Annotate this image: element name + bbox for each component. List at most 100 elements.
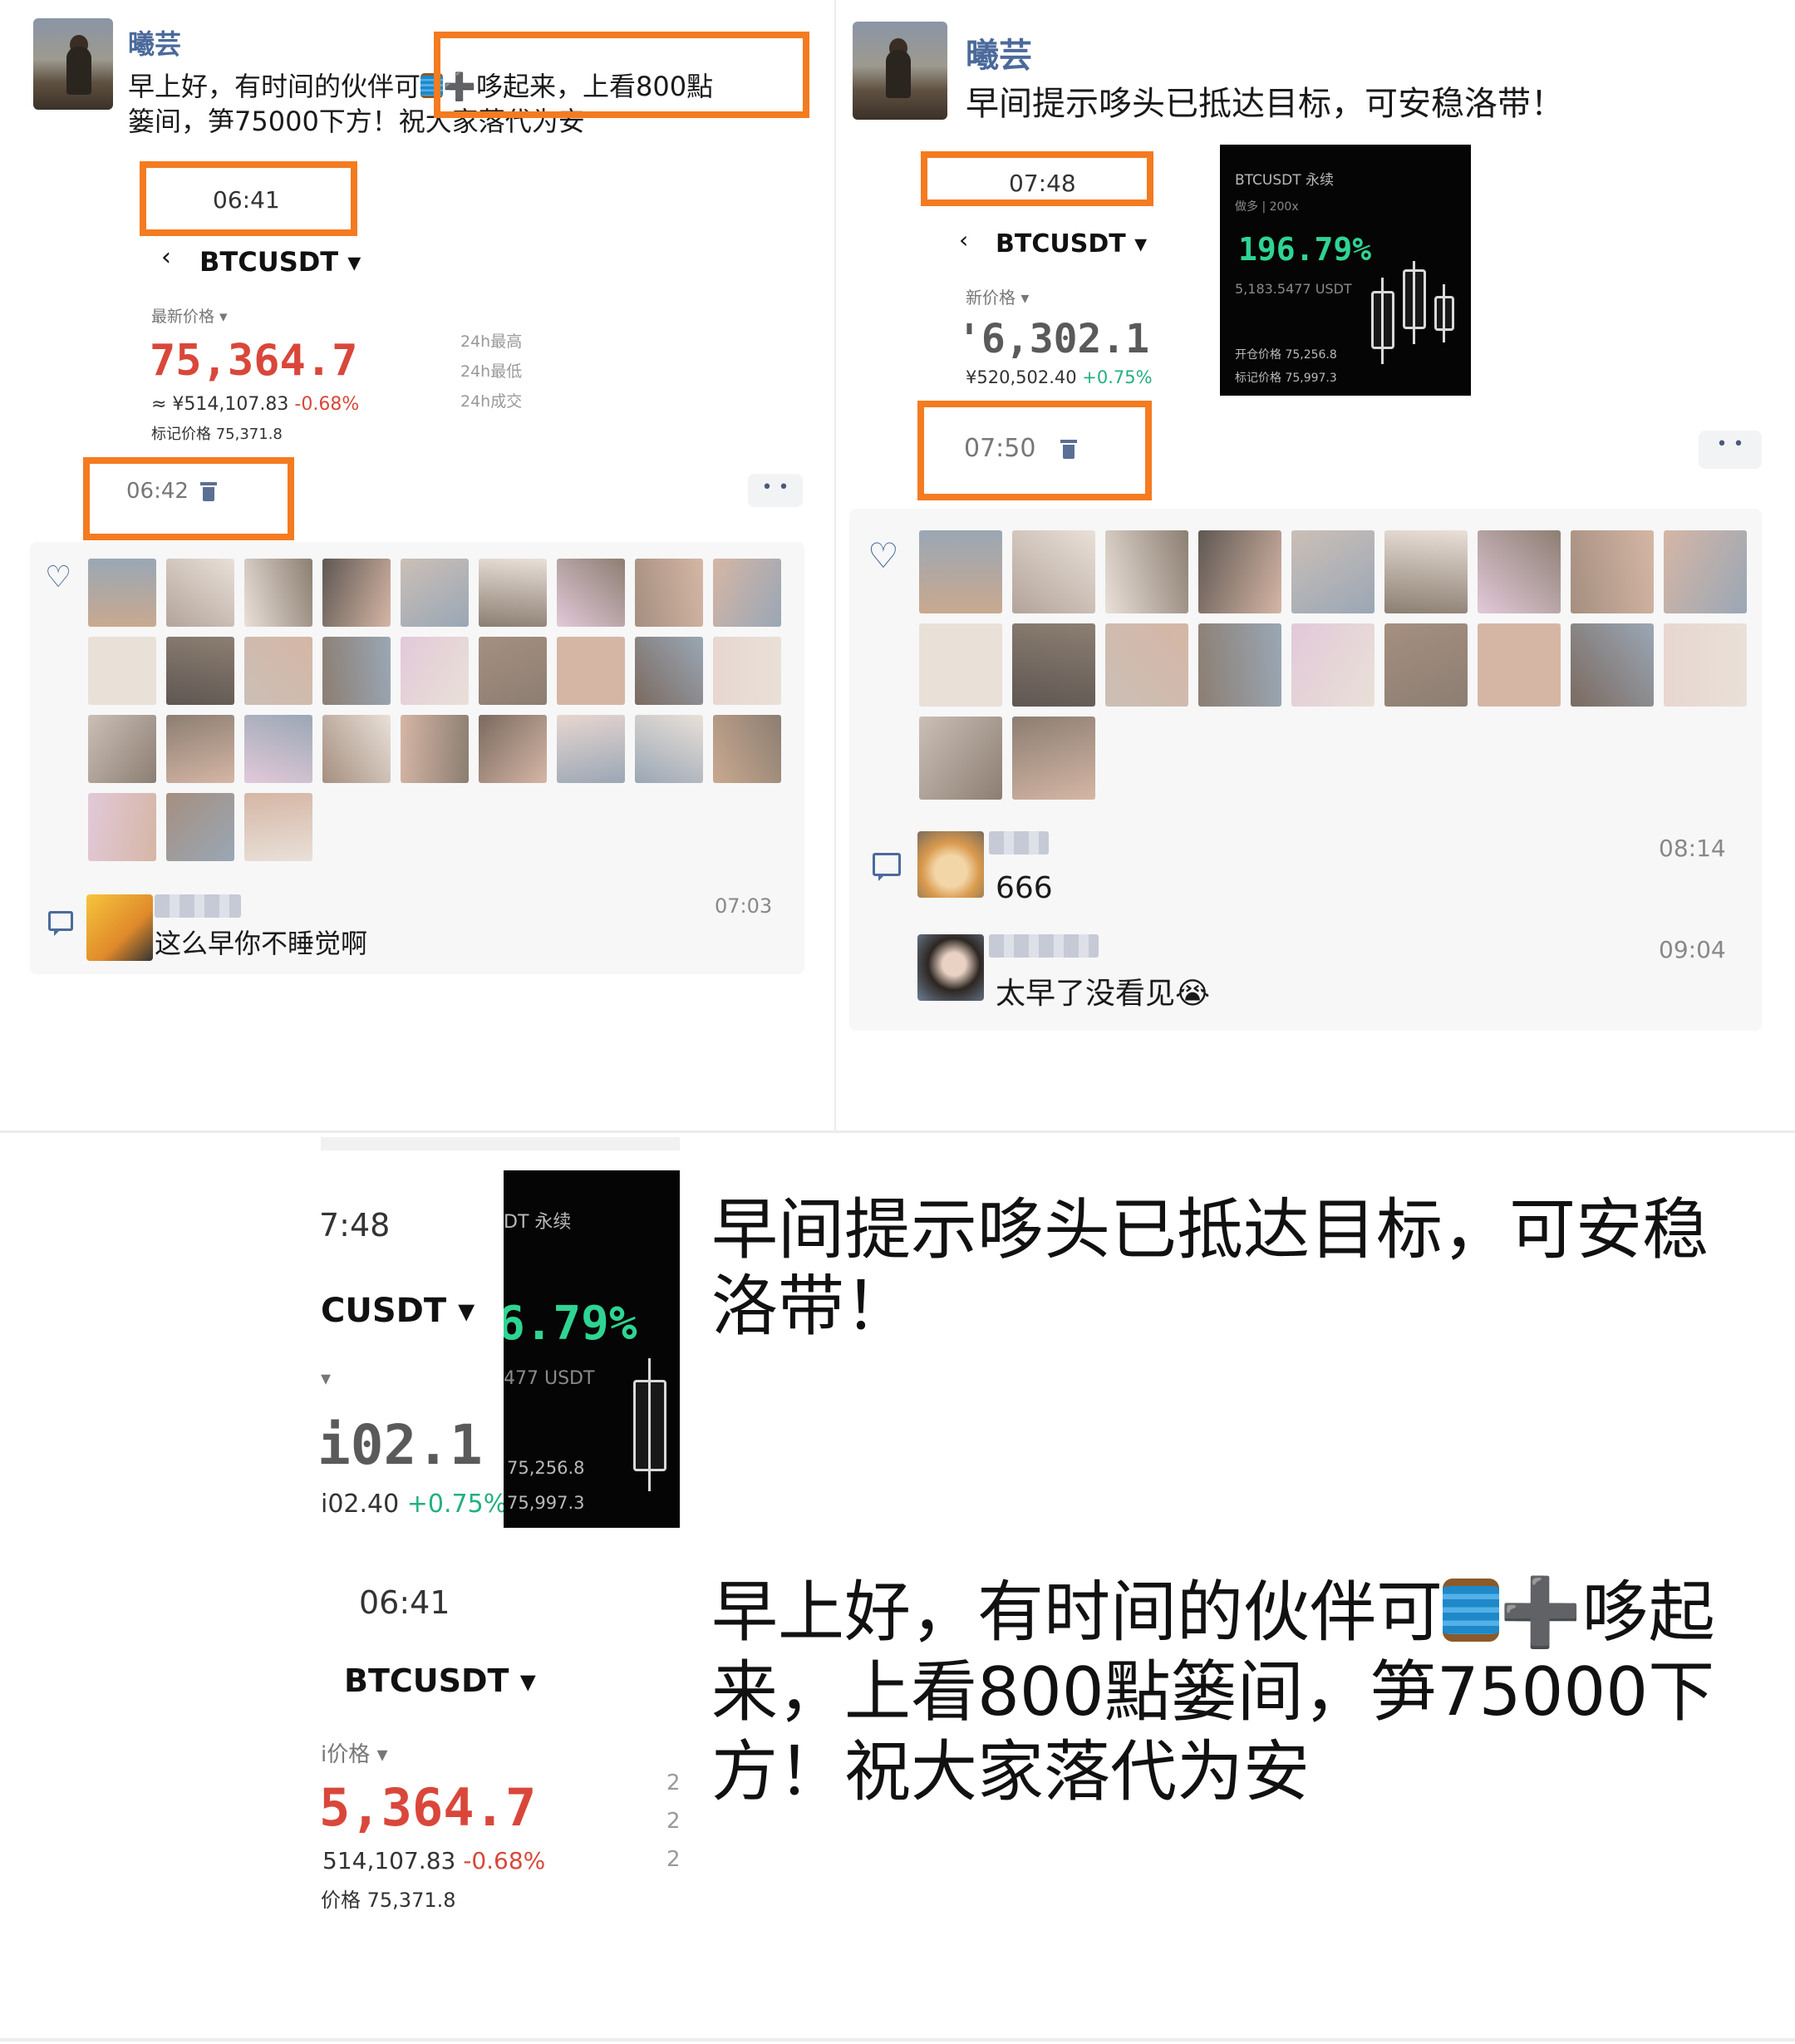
liker-avatar[interactable] [1384, 530, 1468, 613]
crop-top-strip [321, 1137, 680, 1150]
card-usdt: 477 USDT [504, 1368, 595, 1389]
liker-avatar[interactable] [88, 715, 156, 783]
section-divider [0, 1130, 1795, 1133]
candle-graphic [1403, 269, 1426, 329]
comment-icon [48, 911, 73, 936]
liker-avatar[interactable] [1478, 623, 1561, 707]
author-avatar[interactable] [853, 22, 947, 120]
liker-avatar[interactable] [1012, 530, 1095, 613]
liker-avatar[interactable] [322, 559, 391, 627]
liker-avatar[interactable] [919, 530, 1002, 613]
crop2-side-2: 2 [666, 1809, 681, 1834]
commenter-name-blurred[interactable] [155, 894, 241, 918]
liker-avatar[interactable] [401, 637, 469, 705]
highlight-post-time-box [83, 457, 294, 540]
card-open-price: 开仓价格 75,256.8 [1235, 348, 1337, 362]
card-usdt: 5,183.5477 USDT [1235, 281, 1352, 297]
liker-avatar[interactable] [713, 637, 781, 705]
comment-time: 07:03 [715, 894, 773, 918]
liker-avatar[interactable] [401, 715, 469, 783]
crop2-time: 06:41 [359, 1584, 450, 1621]
liker-avatar[interactable] [1571, 623, 1654, 707]
liker-avatar[interactable] [1198, 623, 1281, 707]
liker-avatar[interactable] [322, 637, 391, 705]
liker-avatar[interactable] [713, 715, 781, 783]
latest-price-label: 新价格 ▾ [966, 288, 1030, 308]
dropdown-caret-icon: ▾ [1134, 229, 1148, 259]
side-low: 24h最低 [460, 362, 523, 381]
comment-text: 666 [996, 871, 1053, 905]
crop2-mark: 价格 75,371.8 [321, 1889, 456, 1912]
comment-text: 这么早你不睡觉啊 [155, 928, 368, 959]
mark-price: 标记价格 75,371.8 [151, 426, 283, 443]
liker-avatar[interactable] [479, 559, 547, 627]
commenter-avatar[interactable] [917, 934, 984, 1001]
commenter-name-blurred[interactable] [989, 934, 1099, 958]
liker-avatar[interactable] [88, 637, 156, 705]
highlight-post-time-box [917, 401, 1152, 500]
liker-avatar[interactable] [557, 715, 625, 783]
liker-avatar[interactable] [166, 715, 234, 783]
crop2-label: i价格 ▾ [321, 1742, 388, 1767]
liker-avatar[interactable] [713, 559, 781, 627]
commenter-avatar[interactable] [917, 831, 984, 898]
liker-avatar[interactable] [244, 637, 312, 705]
crop2-cny: 514,107.83 -0.68% [322, 1847, 546, 1874]
liker-avatar[interactable] [635, 637, 703, 705]
liker-avatar[interactable] [88, 559, 156, 627]
back-chevron-icon: ‹ [161, 243, 171, 272]
liker-avatar[interactable] [1105, 530, 1188, 613]
cny-price: ¥520,502.40 +0.75% [966, 367, 1153, 387]
liker-avatar[interactable] [479, 715, 547, 783]
liker-avatar[interactable] [919, 717, 1002, 800]
liker-avatar[interactable] [1664, 530, 1747, 613]
author-name[interactable]: 曦芸 [966, 28, 1032, 76]
liker-avatar[interactable] [166, 793, 234, 861]
liker-avatar[interactable] [244, 715, 312, 783]
liker-avatar[interactable] [557, 637, 625, 705]
liker-avatar[interactable] [635, 715, 703, 783]
liker-avatar[interactable] [166, 559, 234, 627]
liker-avatar[interactable] [1664, 623, 1747, 707]
crop2-symbol: BTCUSDT ▾ [344, 1662, 536, 1699]
liker-avatar[interactable] [1012, 623, 1095, 707]
liker-avatar[interactable] [244, 559, 312, 627]
crop1-time: 7:48 [319, 1207, 391, 1244]
highlight-text-box [434, 32, 809, 118]
card-mark-price: 75,997.3 [507, 1493, 585, 1513]
liker-avatar[interactable] [1012, 717, 1095, 800]
like-heart-icon: ♡ [45, 560, 72, 594]
commenter-name-blurred[interactable] [989, 831, 1049, 855]
liker-avatar[interactable] [244, 793, 312, 861]
dropdown-caret-icon: ▾ [519, 1662, 536, 1699]
liker-avatar[interactable] [1291, 530, 1375, 613]
crop1-caret-icon: ▾ [321, 1367, 332, 1390]
liker-avatar[interactable] [1198, 530, 1281, 613]
liker-avatar[interactable] [635, 559, 703, 627]
card-title: DT 永续 [504, 1212, 572, 1233]
author-name[interactable]: 曦芸 [128, 23, 181, 62]
crop2-side-1: 2 [666, 1771, 681, 1795]
liker-avatar[interactable] [1571, 530, 1654, 613]
liker-avatar[interactable] [1478, 530, 1561, 613]
liker-avatar[interactable] [919, 623, 1002, 707]
author-avatar[interactable] [33, 18, 113, 110]
more-actions-button[interactable] [1699, 431, 1762, 469]
liker-avatar[interactable] [557, 559, 625, 627]
comment-text: 太早了没看见😭 [996, 977, 1211, 1011]
plus-icon: ➕ [1499, 1574, 1582, 1651]
commenter-avatar[interactable] [86, 894, 153, 961]
liker-avatar[interactable] [401, 559, 469, 627]
crop1-cny: i02.40 +0.75% [321, 1490, 508, 1519]
liker-avatar[interactable] [1105, 623, 1188, 707]
liker-avatar[interactable] [1291, 623, 1375, 707]
card-title: BTCUSDT 永续 [1235, 172, 1335, 189]
more-actions-button[interactable] [748, 474, 803, 507]
liker-avatar[interactable] [88, 793, 156, 861]
liker-avatar[interactable] [166, 637, 234, 705]
liker-avatar[interactable] [479, 637, 547, 705]
liker-avatar[interactable] [322, 715, 391, 783]
liker-avatar[interactable] [1384, 623, 1468, 707]
card-open-price: 75,256.8 [507, 1458, 585, 1478]
candle-graphic [1434, 296, 1454, 331]
